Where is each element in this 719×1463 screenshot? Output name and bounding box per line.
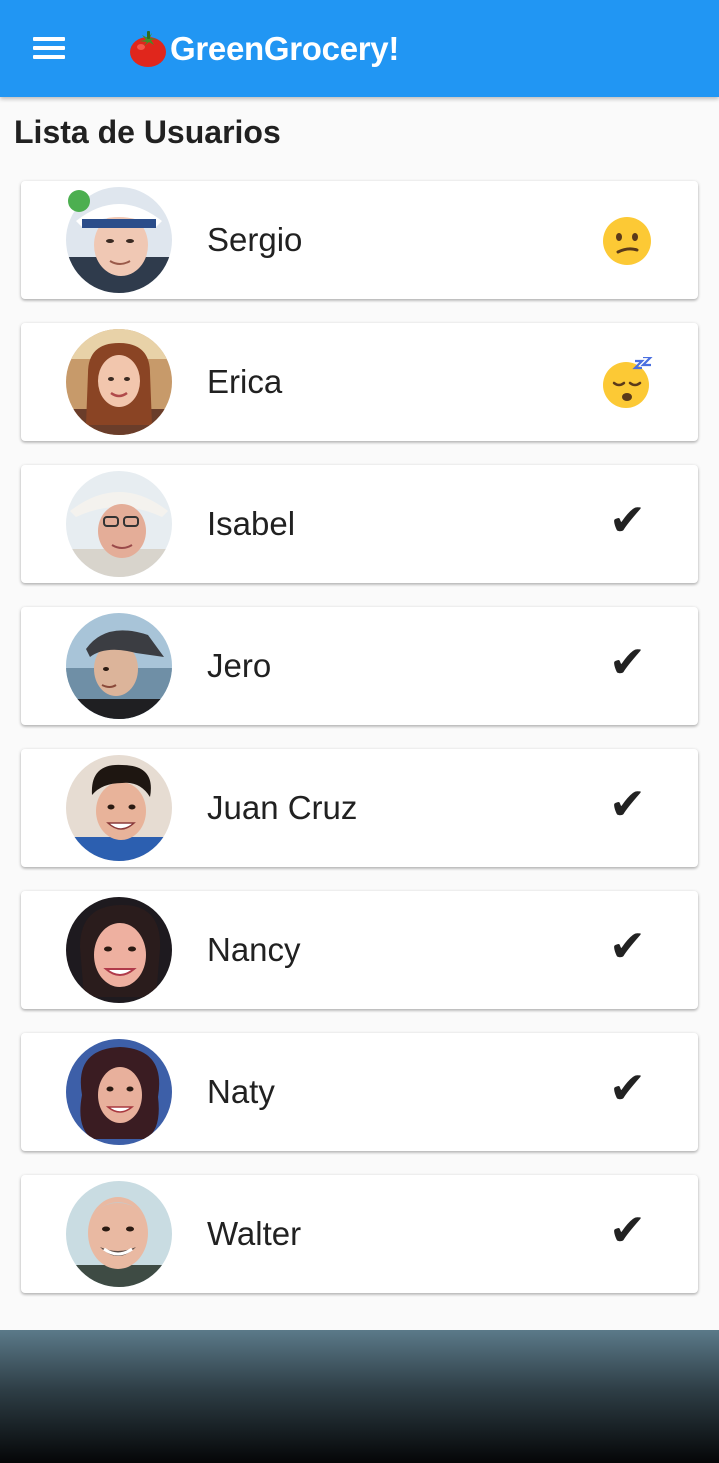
online-indicator	[68, 190, 90, 212]
confused-face-icon	[603, 217, 651, 265]
avatar-naty	[66, 1039, 172, 1145]
user-name: Juan Cruz	[207, 789, 358, 826]
avatar-nancy	[66, 897, 172, 1003]
user-name: Nancy	[207, 931, 301, 968]
avatar-isabel	[66, 471, 172, 577]
avatar-jero	[66, 613, 172, 719]
bottom-background	[0, 1330, 719, 1463]
user-card-walter[interactable]: Walter ✔	[21, 1175, 698, 1293]
user-list: Sergio Erica Isabel ✔ Jero ✔ Juan Cruz ✔…	[21, 181, 698, 1317]
user-card-nancy[interactable]: Nancy ✔	[21, 891, 698, 1009]
check-mark-icon: ✔	[609, 921, 646, 972]
avatar-erica	[66, 329, 172, 435]
user-card-naty[interactable]: Naty ✔	[21, 1033, 698, 1151]
check-mark-icon: ✔	[609, 1063, 646, 1114]
user-name: Naty	[207, 1073, 275, 1110]
page-heading: Lista de Usuarios	[14, 114, 281, 150]
avatar-juan-cruz	[66, 755, 172, 861]
check-mark-icon: ✔	[609, 495, 646, 546]
user-name: Isabel	[207, 505, 296, 542]
user-name: Jero	[207, 647, 272, 684]
app-title-text: GreenGrocery!	[170, 30, 400, 67]
user-card-erica[interactable]: Erica	[21, 323, 698, 441]
tomato-icon	[130, 31, 166, 67]
check-mark-icon: ✔	[609, 1205, 646, 1256]
user-card-juan-cruz[interactable]: Juan Cruz ✔	[21, 749, 698, 867]
user-name: Sergio	[207, 221, 303, 258]
check-mark-icon: ✔	[609, 779, 646, 830]
app-title: GreenGrocery!	[128, 27, 399, 71]
user-name: Walter	[207, 1215, 302, 1252]
user-card-jero[interactable]: Jero ✔	[21, 607, 698, 725]
app-bar: GreenGrocery!	[0, 0, 719, 97]
user-card-isabel[interactable]: Isabel ✔	[21, 465, 698, 583]
check-mark-icon: ✔	[609, 637, 646, 688]
user-name: Erica	[207, 363, 283, 400]
avatar-walter	[66, 1181, 172, 1287]
sleeping-face-icon	[603, 357, 653, 408]
user-card-sergio[interactable]: Sergio	[21, 181, 698, 299]
hamburger-menu-icon[interactable]	[22, 26, 76, 72]
